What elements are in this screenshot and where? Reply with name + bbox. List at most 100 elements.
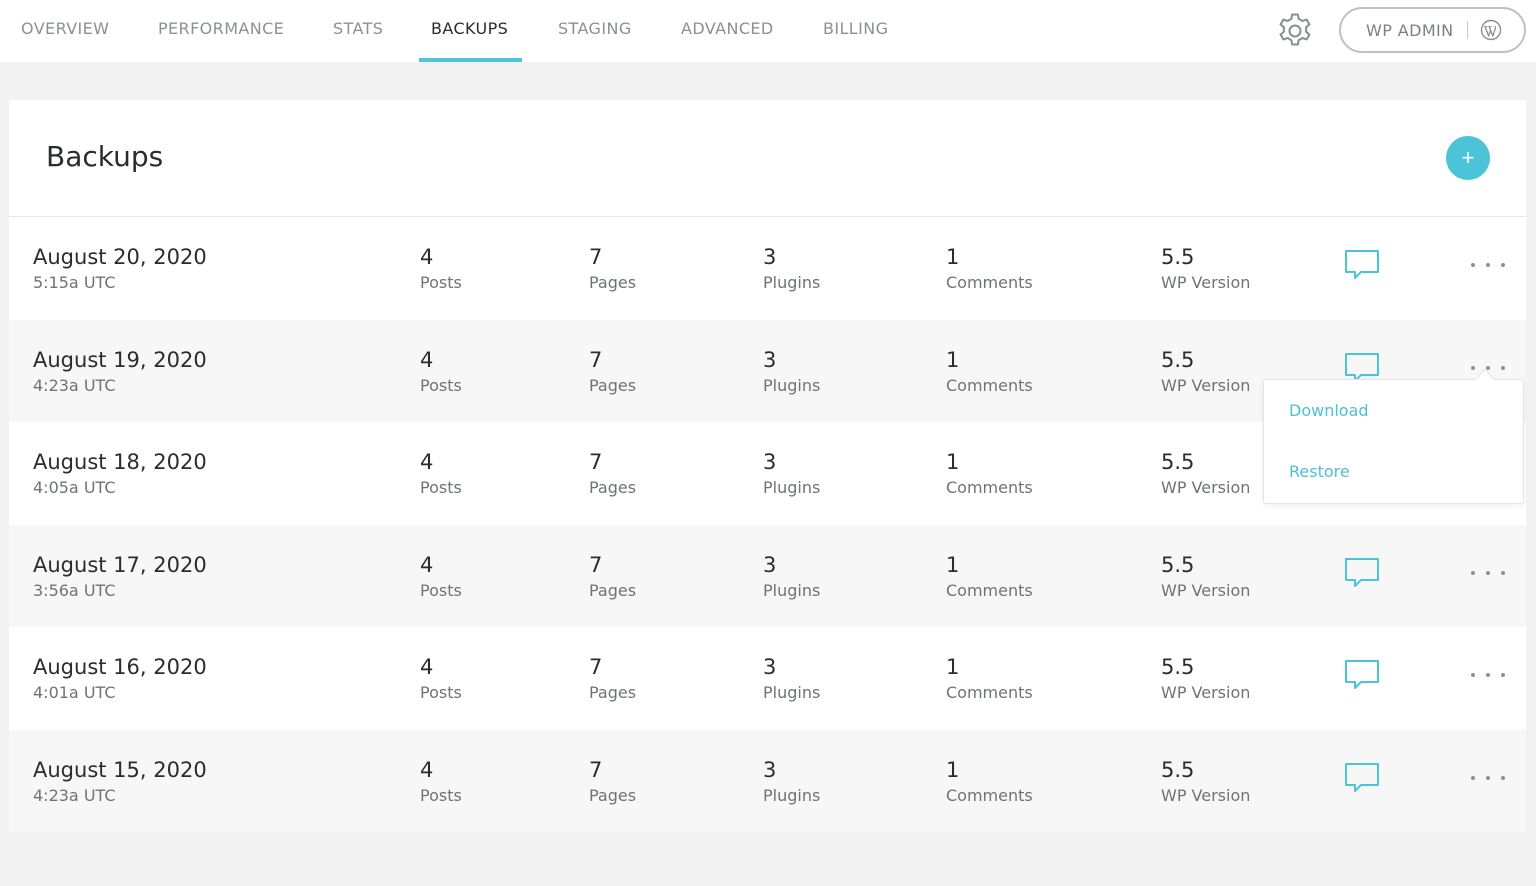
comment-icon[interactable] [1344,762,1380,794]
more-options-button[interactable] [1471,768,1505,788]
posts-label: Posts [420,580,462,600]
tab-billing[interactable]: BILLING [823,0,888,62]
comment-icon[interactable] [1344,659,1380,691]
posts-cell: 4 Posts [420,654,462,706]
backup-time: 4:23a UTC [33,785,116,805]
more-options-button[interactable] [1471,563,1505,583]
backup-date: August 17, 2020 [33,552,207,577]
comments-count: 1 [946,655,960,680]
backup-time: 4:23a UTC [33,375,116,395]
more-options-button[interactable] [1471,665,1505,685]
backup-date-cell: August 18, 2020 4:05a UTC [33,449,207,501]
backup-date: August 20, 2020 [33,245,207,269]
posts-count: 4 [420,757,434,782]
backup-time: 3:56a UTC [33,580,116,600]
tab-stats[interactable]: STATS [333,0,383,62]
posts-cell: 4 Posts [420,244,462,296]
wp-version-value: 5.5 [1161,552,1195,577]
comments-label: Comments [946,580,1033,600]
wordpress-logo-icon [1480,19,1501,41]
posts-label: Posts [420,273,462,292]
backup-date: August 16, 2020 [33,655,207,680]
pages-cell: 7 Pages [589,552,636,604]
backup-date-cell: August 16, 2020 4:01a UTC [33,654,207,706]
pages-count: 7 [589,552,603,577]
plugins-label: Plugins [763,273,821,292]
comments-count: 1 [946,552,960,577]
wp-version-label: WP Version [1161,375,1251,395]
backup-date: August 18, 2020 [33,450,207,475]
tab-staging[interactable]: STAGING [558,0,632,62]
table-row: August 20, 2020 5:15a UTC 4 Posts 7 Page… [9,217,1526,320]
plugins-cell: 3 Plugins [763,449,820,501]
plugins-label: Plugins [763,785,821,805]
panel-header: Backups + [9,100,1526,217]
comments-cell: 1 Comments [946,449,1033,501]
comments-cell: 1 Comments [946,654,1033,706]
pages-count: 7 [589,347,603,372]
plugins-count: 3 [763,347,777,372]
tab-performance[interactable]: PERFORMANCE [158,0,284,62]
backup-date-cell: August 15, 2020 4:23a UTC [33,757,207,809]
posts-label: Posts [420,683,462,703]
plugins-count: 3 [763,450,777,475]
pages-label: Pages [589,785,637,805]
plugins-label: Plugins [763,478,821,498]
comments-label: Comments [946,785,1033,805]
pages-count: 7 [589,450,603,475]
plugins-cell: 3 Plugins [763,347,820,399]
wp-version-cell: 5.5 WP Version [1161,757,1250,809]
tab-backups[interactable]: BACKUPS [431,0,508,62]
posts-label: Posts [420,478,462,498]
table-row: August 17, 2020 3:56a UTC 4 Posts 7 Page… [9,524,1526,628]
backup-date: August 19, 2020 [33,347,207,372]
menu-item-download[interactable]: Download [1289,401,1369,420]
posts-cell: 4 Posts [420,757,462,809]
comments-count: 1 [946,245,960,269]
posts-cell: 4 Posts [420,347,462,399]
posts-count: 4 [420,552,434,577]
wp-admin-button[interactable]: WP ADMIN [1339,7,1526,53]
wp-version-cell: 5.5 WP Version [1161,347,1250,399]
plugins-label: Plugins [763,375,821,395]
wp-version-label: WP Version [1161,273,1251,292]
pages-label: Pages [589,580,637,600]
wp-version-value: 5.5 [1161,450,1195,475]
posts-label: Posts [420,785,462,805]
backup-date-cell: August 20, 2020 5:15a UTC [33,244,207,296]
comments-cell: 1 Comments [946,347,1033,399]
posts-count: 4 [420,655,434,680]
pages-count: 7 [589,757,603,782]
tab-overview[interactable]: OVERVIEW [21,0,109,62]
plugins-cell: 3 Plugins [763,654,820,706]
tab-advanced[interactable]: ADVANCED [681,0,774,62]
active-tab-indicator [419,58,522,62]
wp-admin-label: WP ADMIN [1366,20,1454,40]
top-navigation: OVERVIEW PERFORMANCE STATS BACKUPS STAGI… [0,0,1536,62]
wp-version-value: 5.5 [1161,757,1195,782]
pages-cell: 7 Pages [589,449,636,501]
wp-admin-divider [1466,21,1468,39]
more-options-button[interactable] [1471,255,1505,275]
gear-icon[interactable] [1274,10,1316,52]
plugins-label: Plugins [763,580,821,600]
pages-label: Pages [589,273,637,292]
add-backup-button[interactable]: + [1446,136,1490,180]
posts-count: 4 [420,245,434,269]
pages-cell: 7 Pages [589,757,636,809]
comment-icon[interactable] [1344,557,1380,589]
posts-cell: 4 Posts [420,552,462,604]
posts-count: 4 [420,450,434,475]
backup-time: 5:15a UTC [33,273,116,292]
comment-icon[interactable] [1344,249,1380,281]
plugins-cell: 3 Plugins [763,757,820,809]
menu-item-restore[interactable]: Restore [1289,462,1350,481]
pages-cell: 7 Pages [589,244,636,296]
wp-version-cell: 5.5 WP Version [1161,449,1250,501]
backup-actions-menu: Download Restore [1263,379,1524,504]
pages-label: Pages [589,683,637,703]
plugins-cell: 3 Plugins [763,552,820,604]
wp-version-label: WP Version [1161,580,1251,600]
wp-version-label: WP Version [1161,683,1251,703]
comments-label: Comments [946,375,1033,395]
